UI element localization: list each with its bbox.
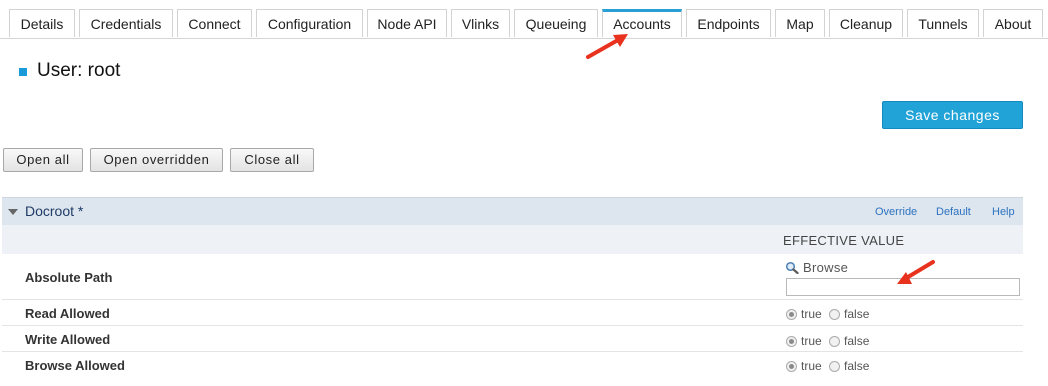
docroot-section-header[interactable]: Docroot * Override Default Help bbox=[2, 197, 1023, 226]
tab-cleanup[interactable]: Cleanup bbox=[829, 9, 903, 37]
open-all-button[interactable]: Open all bbox=[3, 148, 83, 172]
tab-connect[interactable]: Connect bbox=[177, 9, 252, 37]
section-title[interactable]: Docroot * bbox=[25, 203, 83, 219]
browse-allowed-label: Browse Allowed bbox=[25, 358, 125, 373]
radio-label-false: false bbox=[844, 307, 870, 321]
tab-map[interactable]: Map bbox=[775, 9, 825, 37]
row-divider bbox=[2, 351, 1023, 352]
browse-allowed-radio-group: true false bbox=[786, 359, 873, 373]
absolute-path-input[interactable] bbox=[786, 278, 1020, 296]
browse-link[interactable]: Browse bbox=[785, 260, 848, 275]
tab-tunnels[interactable]: Tunnels bbox=[907, 9, 979, 37]
write-allowed-label: Write Allowed bbox=[25, 332, 111, 347]
radio-label-true: true bbox=[801, 334, 822, 348]
override-link[interactable]: Override bbox=[875, 206, 917, 218]
tab-about[interactable]: About bbox=[983, 9, 1043, 37]
tab-node-api[interactable]: Node API bbox=[367, 9, 447, 37]
radio-label-true: true bbox=[801, 307, 822, 321]
tab-configuration[interactable]: Configuration bbox=[256, 9, 363, 37]
caret-down-icon[interactable] bbox=[8, 209, 18, 215]
tab-vlinks[interactable]: Vlinks bbox=[451, 9, 510, 37]
radio-label-false: false bbox=[844, 334, 870, 348]
page-title: User: root bbox=[37, 60, 121, 81]
radio-label-false: false bbox=[844, 359, 870, 373]
help-link[interactable]: Help bbox=[992, 206, 1015, 218]
write-allowed-radio-group: true false bbox=[786, 334, 873, 348]
tab-endpoints[interactable]: Endpoints bbox=[686, 9, 771, 37]
tab-accounts[interactable]: Accounts bbox=[602, 9, 682, 37]
effective-value-header: EFFECTIVE VALUE bbox=[783, 233, 905, 248]
browse-label: Browse bbox=[803, 260, 849, 275]
tab-credentials[interactable]: Credentials bbox=[79, 9, 173, 37]
open-overridden-button[interactable]: Open overridden bbox=[90, 148, 223, 172]
tab-bar: Details Credentials Connect Configuratio… bbox=[0, 0, 1048, 39]
browse-allowed-false-radio[interactable] bbox=[829, 361, 841, 372]
title-bullet bbox=[19, 68, 27, 76]
close-all-button[interactable]: Close all bbox=[230, 148, 314, 172]
radio-label-true: true bbox=[801, 359, 822, 373]
read-allowed-radio-group: true false bbox=[786, 307, 873, 321]
write-allowed-true-radio[interactable] bbox=[786, 336, 797, 347]
read-allowed-true-radio[interactable] bbox=[786, 309, 797, 320]
magnifier-icon bbox=[785, 261, 799, 274]
tab-details[interactable]: Details bbox=[9, 9, 75, 37]
save-changes-button[interactable]: Save changes bbox=[882, 101, 1023, 129]
read-allowed-label: Read Allowed bbox=[25, 306, 110, 321]
absolute-path-label: Absolute Path bbox=[25, 270, 113, 285]
write-allowed-false-radio[interactable] bbox=[829, 336, 841, 347]
row-divider bbox=[2, 325, 1023, 326]
browse-allowed-true-radio[interactable] bbox=[786, 361, 797, 372]
tab-queueing[interactable]: Queueing bbox=[514, 9, 598, 37]
read-allowed-false-radio[interactable] bbox=[829, 309, 841, 320]
default-link[interactable]: Default bbox=[936, 206, 971, 218]
row-divider bbox=[2, 299, 1023, 300]
